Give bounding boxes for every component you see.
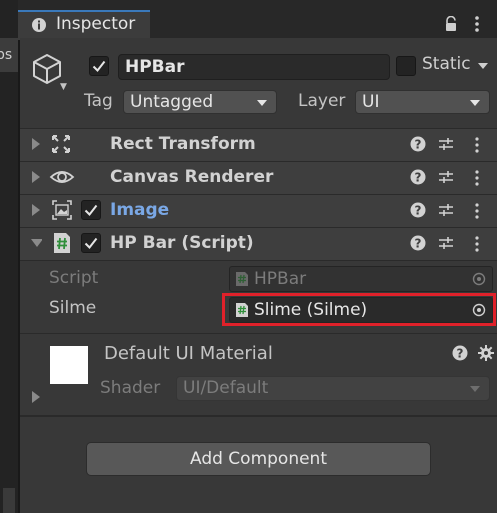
svg-text:?: ? [457, 347, 464, 361]
layer-value: UI [362, 92, 380, 112]
component-title: Canvas Renderer [110, 167, 274, 187]
script-field-value: HPBar [254, 269, 307, 289]
rect-transform-icon [52, 135, 70, 153]
component-menu-icon[interactable] [474, 202, 480, 220]
left-window-tab[interactable]: bs [0, 38, 18, 72]
material-title: Default UI Material [104, 343, 273, 364]
shader-label: Shader [100, 378, 161, 398]
tab-inspector[interactable]: Inspector [18, 10, 150, 40]
preset-icon[interactable] [438, 169, 454, 185]
script-icon [236, 272, 248, 286]
static-checkbox[interactable] [396, 56, 416, 76]
gear-icon[interactable] [478, 345, 494, 361]
foldout-arrow-icon[interactable] [30, 170, 42, 184]
tab-inspector-label: Inspector [56, 14, 136, 34]
script-field: HPBar [229, 266, 493, 292]
component-title: Image [110, 200, 170, 220]
layer-dropdown[interactable]: UI [355, 90, 490, 114]
object-picker-icon [472, 272, 486, 286]
image-icon [52, 200, 72, 220]
window-menu-icon[interactable] [472, 14, 482, 34]
layer-label: Layer [298, 91, 346, 111]
help-icon[interactable]: ? [452, 345, 468, 361]
lock-icon[interactable] [443, 16, 459, 32]
icon-dropdown-caret[interactable]: ▼ [60, 82, 67, 92]
script-icon [54, 233, 70, 253]
gameobject-name-input[interactable]: HPBar [118, 54, 390, 80]
divider [20, 415, 497, 417]
shader-value: UI/Default [183, 378, 269, 398]
silme-field-label: Silme [49, 298, 97, 318]
foldout-arrow-icon[interactable] [30, 390, 42, 404]
static-label: Static [422, 54, 471, 74]
annotation-highlight-box [222, 293, 496, 326]
foldout-arrow-icon[interactable] [30, 137, 42, 151]
checkmark-icon [84, 237, 98, 250]
tag-dropdown[interactable]: Untagged [123, 90, 277, 114]
static-dropdown-icon[interactable] [476, 61, 490, 71]
component-title: Rect Transform [110, 134, 256, 154]
component-menu-icon[interactable] [474, 235, 480, 253]
divider [20, 333, 497, 334]
material-preview[interactable] [50, 346, 88, 384]
svg-text:?: ? [415, 237, 422, 251]
left-window-strip [0, 0, 18, 513]
chevron-down-icon [257, 100, 267, 106]
preset-icon[interactable] [438, 136, 454, 152]
help-icon[interactable]: ? [410, 235, 426, 251]
svg-text:?: ? [415, 171, 422, 185]
component-menu-icon[interactable] [474, 169, 480, 187]
help-icon[interactable]: ? [410, 169, 426, 185]
tag-value: Untagged [130, 92, 214, 112]
svg-text:?: ? [415, 204, 422, 218]
info-icon [32, 18, 46, 32]
gameobject-cube-icon [33, 54, 61, 84]
script-field-label: Script [49, 268, 99, 288]
left-window-tab-label: bs [0, 47, 13, 63]
svg-text:?: ? [415, 138, 422, 152]
help-icon[interactable]: ? [410, 202, 426, 218]
preset-icon[interactable] [438, 202, 454, 218]
shader-dropdown[interactable]: UI/Default [176, 376, 490, 401]
divider [20, 260, 497, 261]
left-scrollbar[interactable] [3, 488, 15, 513]
foldout-arrow-icon[interactable] [30, 236, 42, 250]
script-enabled-checkbox[interactable] [81, 233, 101, 253]
eye-icon [49, 171, 75, 183]
chevron-down-icon [470, 100, 480, 106]
component-title: HP Bar (Script) [110, 233, 254, 253]
checkmark-icon [84, 204, 98, 217]
add-component-button[interactable]: Add Component [86, 442, 431, 476]
chevron-down-icon [470, 386, 480, 392]
tag-label: Tag [84, 91, 113, 111]
checkmark-icon [92, 60, 106, 73]
help-icon[interactable]: ? [410, 136, 426, 152]
component-menu-icon[interactable] [474, 136, 480, 154]
active-checkbox[interactable] [89, 56, 109, 76]
preset-icon[interactable] [438, 235, 454, 251]
image-enabled-checkbox[interactable] [81, 200, 101, 220]
foldout-arrow-icon[interactable] [30, 203, 42, 217]
